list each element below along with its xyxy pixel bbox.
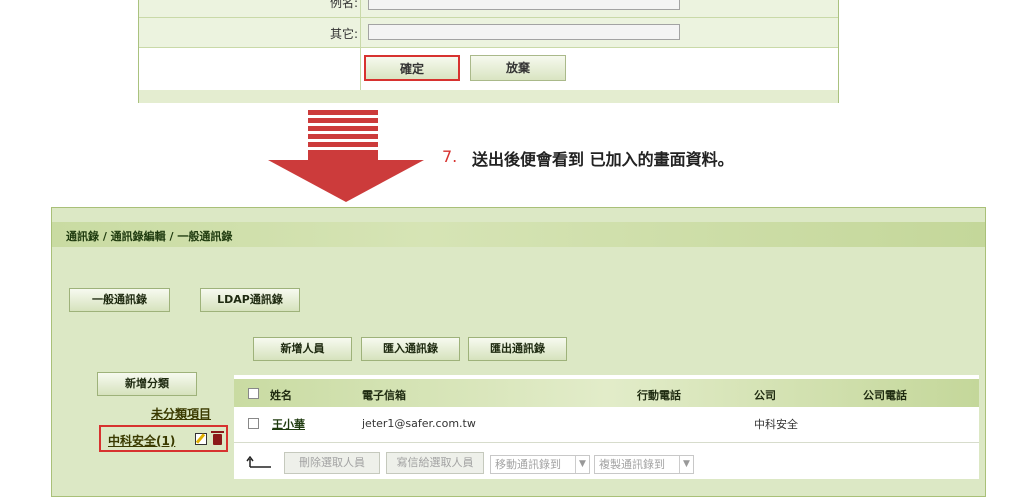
confirm-button[interactable]: 確定 xyxy=(364,55,460,81)
category-item[interactable]: 中科安全(1) xyxy=(99,425,228,452)
tab-general-address-book[interactable]: 一般通訊錄 xyxy=(69,288,170,312)
form-divider xyxy=(360,0,361,90)
copy-to-select[interactable]: 複製通訊錄到 ▼ xyxy=(594,455,694,474)
export-button[interactable]: 匯出通訊錄 xyxy=(468,337,567,361)
other-label: 其它: xyxy=(329,27,358,41)
up-arrow-icon xyxy=(246,456,271,468)
table-header: 姓名 電子信箱 行動電話 公司 公司電話 xyxy=(234,379,979,407)
header-company-phone: 公司電話 xyxy=(863,389,907,402)
chevron-down-icon: ▼ xyxy=(679,456,693,473)
breadcrumb-bar: 通訊錄 / 通訊錄編輯 / 一般通訊錄 xyxy=(52,222,985,247)
contact-email: jeter1@safer.com.tw xyxy=(362,417,476,430)
alias-label: 例名: xyxy=(329,0,358,10)
row-divider xyxy=(234,442,979,443)
category-label[interactable]: 中科安全(1) xyxy=(108,432,175,449)
row-checkbox[interactable] xyxy=(248,418,259,429)
move-to-select[interactable]: 移動通訊錄到 ▼ xyxy=(490,455,590,474)
address-book-panel: 通訊錄 / 通訊錄編輯 / 一般通訊錄 一般通訊錄 LDAP通訊錄 新增人員 匯… xyxy=(51,207,986,497)
contacts-table: 姓名 電子信箱 行動電話 公司 公司電話 王小華 jeter1@safer.co… xyxy=(234,375,979,479)
step-number: 7. xyxy=(442,147,458,166)
add-category-button[interactable]: 新增分類 xyxy=(97,372,197,396)
select-all-checkbox[interactable] xyxy=(248,388,259,399)
cancel-button[interactable]: 放棄 xyxy=(470,55,566,81)
header-company: 公司 xyxy=(754,389,776,402)
mail-selected-button[interactable]: 寫信給選取人員 xyxy=(386,452,484,474)
other-input[interactable] xyxy=(368,24,680,40)
header-mobile: 行動電話 xyxy=(637,389,681,402)
import-button[interactable]: 匯入通訊錄 xyxy=(361,337,460,361)
edit-icon[interactable] xyxy=(195,433,207,445)
form-footer xyxy=(139,90,838,103)
breadcrumb: 通訊錄 / 通訊錄編輯 / 一般通訊錄 xyxy=(66,230,233,243)
contact-company: 中科安全 xyxy=(754,418,798,431)
chevron-down-icon: ▼ xyxy=(575,456,589,473)
copy-to-label: 複製通訊錄到 xyxy=(599,458,665,471)
contact-form-panel: 例名: 其它: 確定 放棄 xyxy=(138,0,839,103)
trash-icon[interactable] xyxy=(211,431,224,445)
contact-name-link[interactable]: 王小華 xyxy=(272,416,305,432)
add-member-button[interactable]: 新增人員 xyxy=(253,337,352,361)
header-email: 電子信箱 xyxy=(362,389,406,402)
arrow-head-icon xyxy=(268,160,424,202)
uncategorized-link[interactable]: 未分類項目 xyxy=(151,405,211,422)
header-name: 姓名 xyxy=(270,389,292,402)
step-instruction: 送出後便會看到 已加入的畫面資料。 xyxy=(472,150,734,169)
delete-selected-button[interactable]: 刪除選取人員 xyxy=(284,452,380,474)
alias-input[interactable] xyxy=(368,0,680,10)
move-to-label: 移動通訊錄到 xyxy=(495,458,561,471)
tab-ldap-address-book[interactable]: LDAP通訊錄 xyxy=(200,288,300,312)
